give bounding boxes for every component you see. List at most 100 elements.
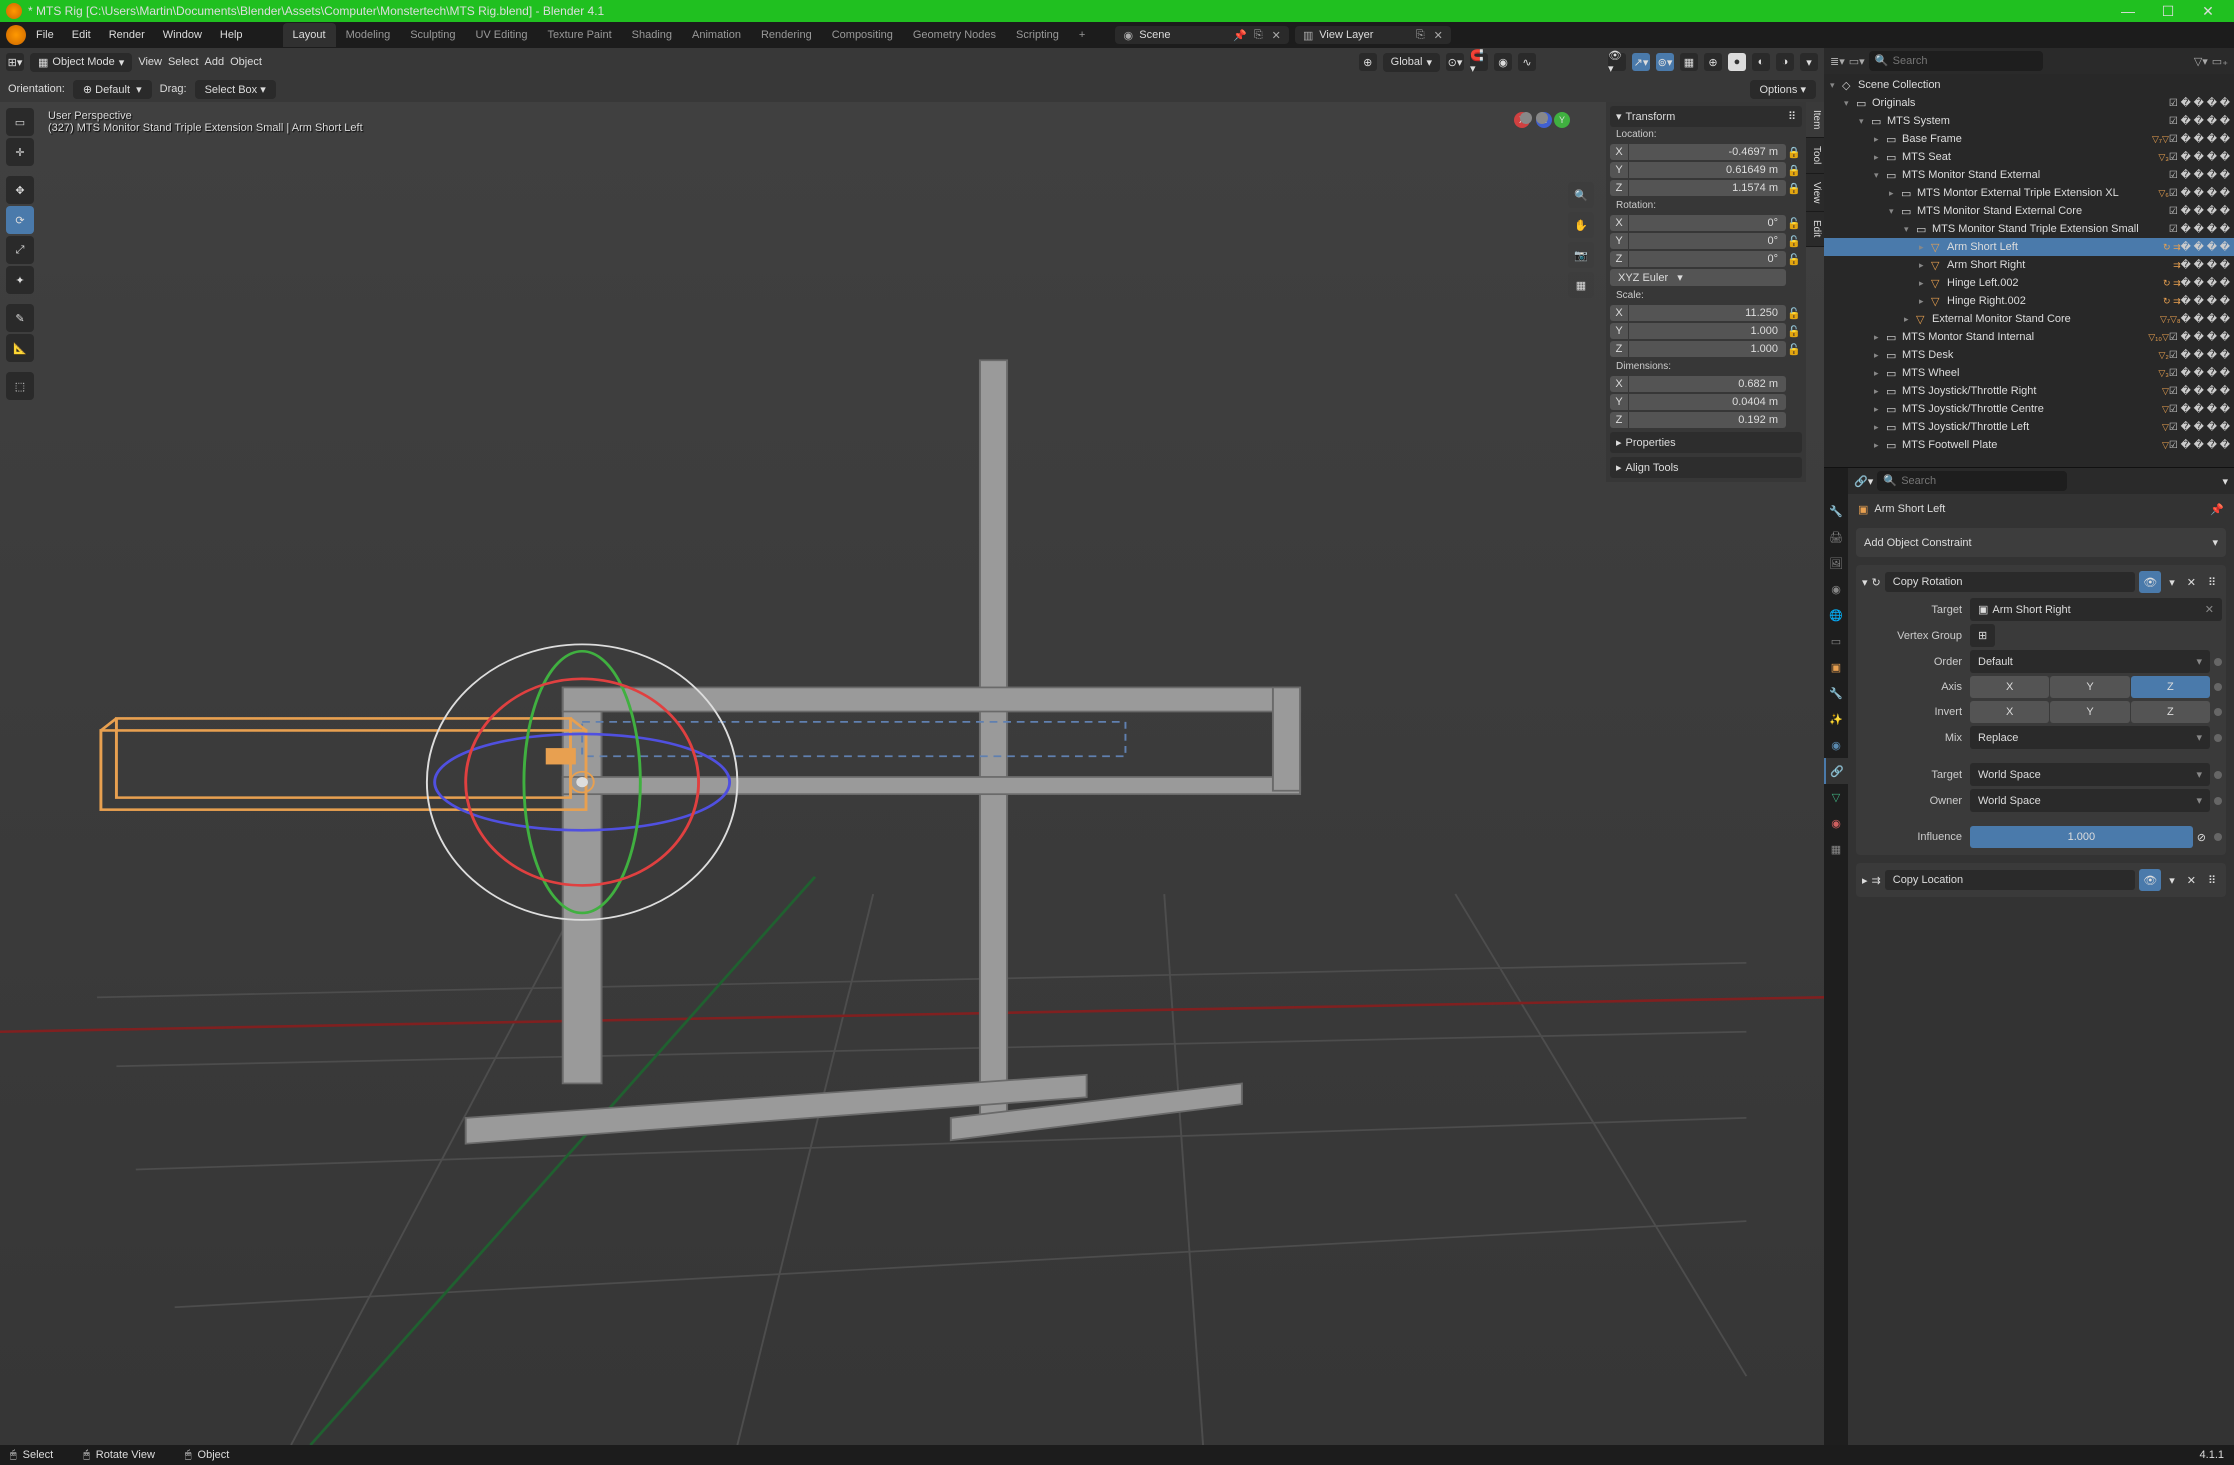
outliner-new-coll-icon[interactable]: ▭₊ <box>2212 55 2228 68</box>
viewlayer-name[interactable] <box>1319 29 1409 41</box>
ptab-output[interactable]: 🖨 <box>1824 524 1848 550</box>
vl-copy-icon[interactable]: ⎘ <box>1413 28 1427 42</box>
tab-modeling[interactable]: Modeling <box>336 23 401 47</box>
loc-y-lock[interactable]: 🔒 <box>1786 164 1802 177</box>
rot-y[interactable]: 0° <box>1629 233 1786 249</box>
tool-scale[interactable]: ⤢ <box>6 236 34 264</box>
c1-order[interactable]: Default▾ <box>1970 650 2210 673</box>
rot-x[interactable]: 0° <box>1629 215 1786 231</box>
tree-toggles[interactable]: � � � � <box>2181 296 2230 307</box>
tab-compositing[interactable]: Compositing <box>822 23 903 47</box>
shade-wire-icon[interactable]: ⊕ <box>1704 53 1722 71</box>
scene-copy-icon[interactable]: ⎘ <box>1251 28 1265 42</box>
transform-header[interactable]: ▾ Transform⠿ <box>1610 106 1802 127</box>
tool-move[interactable]: ✥ <box>6 176 34 204</box>
outliner-filter-icon[interactable]: ▽▾ <box>2194 55 2208 68</box>
c1-inf-anim[interactable] <box>2214 833 2222 841</box>
disclosure-icon[interactable]: ▸ <box>1889 188 1901 199</box>
properties-collapsible[interactable]: ▸ Properties <box>1610 432 1802 453</box>
disclosure-icon[interactable]: ▾ <box>1859 116 1871 127</box>
tab-geonodes[interactable]: Geometry Nodes <box>903 23 1006 47</box>
sidetab-view[interactable]: View <box>1806 174 1824 213</box>
c1-ospace[interactable]: World Space▾ <box>1970 789 2210 812</box>
tree-toggles[interactable]: ☑ � � � � <box>2169 152 2230 163</box>
c1-inv-x[interactable]: X <box>1970 701 2049 723</box>
editor-type-icon[interactable]: ⊞▾ <box>6 53 24 71</box>
c1-axis-y[interactable]: Y <box>2050 676 2129 698</box>
orient-icon[interactable]: ⊕ <box>1359 53 1377 71</box>
nav-gizmo[interactable]: Z X Y <box>1514 112 1574 172</box>
disclosure-icon[interactable]: ▸ <box>1874 368 1886 379</box>
c1-extras-icon[interactable]: ▾ <box>2165 576 2179 589</box>
c1-influence[interactable]: 1.000 <box>1970 826 2193 848</box>
tab-scripting[interactable]: Scripting <box>1006 23 1069 47</box>
c1-axis-anim[interactable] <box>2214 683 2222 691</box>
tree-row[interactable]: ▸▭MTS Joystick/Throttle Right▽☑ � � � � <box>1824 382 2234 400</box>
snap-icon[interactable]: 🧲▾ <box>1470 53 1488 71</box>
outliner-search[interactable] <box>1869 51 2043 71</box>
scene-name[interactable] <box>1139 29 1229 41</box>
disclosure-icon[interactable]: ▸ <box>1874 332 1886 343</box>
viewport-3d[interactable] <box>0 102 1824 1445</box>
props-options-icon[interactable]: ▾ <box>2222 475 2228 488</box>
tool-select[interactable]: ▭ <box>6 108 34 136</box>
shade-rendered-icon[interactable]: ◑ <box>1776 53 1794 71</box>
menu-select[interactable]: Select <box>168 56 199 68</box>
orientation-dd[interactable]: ⊕ Default ▾ <box>73 80 152 99</box>
ptab-texture[interactable]: ▦ <box>1824 836 1848 862</box>
rot-z[interactable]: 0° <box>1629 251 1786 267</box>
disclosure-icon[interactable]: ▸ <box>1904 314 1916 325</box>
sidetab-tool[interactable]: Tool <box>1806 138 1824 173</box>
tree-toggles[interactable]: ☑ � � � � <box>2169 98 2230 109</box>
disclosure-icon[interactable]: ▸ <box>1919 278 1931 289</box>
ptab-particle[interactable]: ✨ <box>1824 706 1848 732</box>
tab-rendering[interactable]: Rendering <box>751 23 822 47</box>
disclosure-icon[interactable]: ▸ <box>1874 440 1886 451</box>
vl-del-icon[interactable]: ✕ <box>1431 28 1445 42</box>
options-dd[interactable]: Options ▾ <box>1750 80 1817 99</box>
menu-view[interactable]: View <box>138 56 162 68</box>
c1-axis-z[interactable]: Z <box>2131 676 2210 698</box>
menu-render[interactable]: Render <box>101 25 153 45</box>
c1-inv-y[interactable]: Y <box>2050 701 2129 723</box>
c1-order-anim[interactable] <box>2214 658 2222 666</box>
scene-icon[interactable]: ◉ <box>1121 28 1135 42</box>
tree-row[interactable]: ▸▭MTS Wheel▽₃☑ � � � � <box>1824 364 2234 382</box>
outliner-display-icon[interactable]: ▭▾ <box>1849 55 1865 68</box>
ptab-physics[interactable]: ◉ <box>1824 732 1848 758</box>
viewlayer-icon[interactable]: ▥ <box>1301 28 1315 42</box>
disclosure-icon[interactable]: ▸ <box>1874 350 1886 361</box>
tree-row[interactable]: ▾▭MTS Monitor Stand External☑ � � � � <box>1824 166 2234 184</box>
tree-toggles[interactable]: ☑ � � � � <box>2169 116 2230 127</box>
minimize-button[interactable]: — <box>2108 1 2148 21</box>
scale-z[interactable]: 1.000 <box>1629 341 1786 357</box>
tree-toggles[interactable]: � � � � <box>2181 278 2230 289</box>
rot-x-lock[interactable]: 🔓 <box>1786 217 1802 230</box>
sidetab-edit[interactable]: Edit <box>1806 212 1824 246</box>
c1-delete-icon[interactable]: ✕ <box>2183 576 2200 589</box>
nav-camera-icon[interactable]: 📷 <box>1568 242 1594 268</box>
tab-add[interactable]: + <box>1069 23 1095 47</box>
tree-row[interactable]: ▾◇Scene Collection <box>1824 76 2234 94</box>
ptab-object[interactable]: ▣ <box>1824 654 1848 680</box>
tree-row[interactable]: ▸▭MTS Seat▽₃☑ � � � � <box>1824 148 2234 166</box>
disclosure-icon[interactable]: ▸ <box>1919 260 1931 271</box>
tree-toggles[interactable]: � � � � <box>2181 260 2230 271</box>
c1-grip-icon[interactable]: ⠿ <box>2204 576 2220 589</box>
tool-cursor[interactable]: ✛ <box>6 138 34 166</box>
shade-solid-icon[interactable]: ● <box>1728 53 1746 71</box>
c2-extras-icon[interactable]: ▾ <box>2165 874 2179 887</box>
tree-toggles[interactable]: ☑ � � � � <box>2169 422 2230 433</box>
tree-row[interactable]: ▸▽External Monitor Stand Core▽₇▽₈� � � � <box>1824 310 2234 328</box>
ptab-data[interactable]: ▽ <box>1824 784 1848 810</box>
tool-measure[interactable]: 📐 <box>6 334 34 362</box>
tree-row[interactable]: ▸▭MTS Joystick/Throttle Centre▽☑ � � � � <box>1824 400 2234 418</box>
disclosure-icon[interactable]: ▾ <box>1830 80 1842 91</box>
tab-uv[interactable]: UV Editing <box>465 23 537 47</box>
tree-toggles[interactable]: ☑ � � � � <box>2169 224 2230 235</box>
c1-target[interactable]: ▣ Arm Short Right✕ <box>1970 598 2222 621</box>
sidetab-item[interactable]: Item <box>1806 102 1824 138</box>
maximize-button[interactable]: ☐ <box>2148 1 2188 22</box>
tool-annotate[interactable]: ✎ <box>6 304 34 332</box>
tool-addcube[interactable]: ⬚ <box>6 372 34 400</box>
